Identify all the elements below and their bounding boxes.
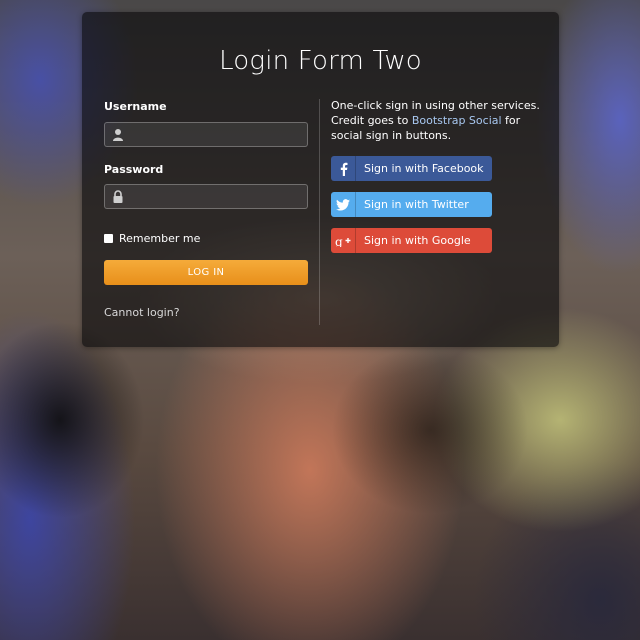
google-signin-label: Sign in with Google bbox=[364, 234, 471, 247]
twitter-signin-label: Sign in with Twitter bbox=[364, 198, 469, 211]
twitter-signin-button[interactable]: Sign in with Twitter bbox=[331, 192, 492, 217]
password-label: Password bbox=[104, 163, 164, 176]
bootstrap-social-link[interactable]: Bootstrap Social bbox=[412, 114, 502, 127]
facebook-signin-label: Sign in with Facebook bbox=[364, 162, 484, 175]
user-icon bbox=[113, 129, 123, 141]
remember-me-label[interactable]: Remember me bbox=[119, 232, 200, 245]
password-input[interactable] bbox=[104, 184, 308, 209]
login-button[interactable]: LOG IN bbox=[104, 260, 308, 285]
google-plus-icon: g bbox=[331, 228, 356, 253]
social-description: One-click sign in using other services. … bbox=[331, 98, 541, 143]
page-title: Login Form Two bbox=[219, 46, 422, 76]
facebook-icon bbox=[331, 156, 356, 181]
twitter-icon bbox=[331, 192, 356, 217]
remember-me-checkbox[interactable] bbox=[104, 234, 113, 243]
lock-icon bbox=[113, 190, 123, 203]
facebook-signin-button[interactable]: Sign in with Facebook bbox=[331, 156, 492, 181]
cannot-login-link[interactable]: Cannot login? bbox=[104, 306, 180, 319]
remember-me: Remember me bbox=[104, 232, 200, 245]
username-label: Username bbox=[104, 100, 167, 113]
username-input[interactable] bbox=[104, 122, 308, 147]
login-panel: Login Form Two Username Password Remembe… bbox=[82, 12, 559, 347]
google-signin-button[interactable]: g Sign in with Google bbox=[331, 228, 492, 253]
svg-text:g: g bbox=[335, 235, 343, 247]
column-divider bbox=[319, 99, 320, 325]
